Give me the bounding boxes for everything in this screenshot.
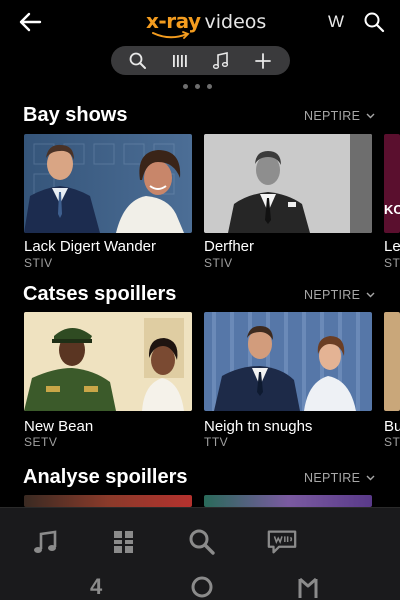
show-thumbnail-image xyxy=(24,134,192,233)
show-card-thumbnail[interactable] xyxy=(24,134,192,233)
toolbar-library-button[interactable] xyxy=(166,49,194,73)
page-dot xyxy=(207,84,212,89)
arrow-left-icon xyxy=(19,12,42,32)
chevron-down-icon xyxy=(366,113,375,119)
grid-icon xyxy=(114,531,133,553)
show-title[interactable]: Le xyxy=(384,238,400,255)
bookmark-icon xyxy=(298,577,318,598)
smile-arrow-icon xyxy=(152,31,190,39)
search-icon xyxy=(129,52,146,69)
filter-toolbar xyxy=(111,46,290,75)
thumbnail-overlay-text: KC xyxy=(384,202,400,217)
section-more-label: NEPTIRE xyxy=(304,109,361,123)
show-network: STIV xyxy=(24,256,53,270)
show-card-thumbnail[interactable] xyxy=(24,312,192,411)
show-title[interactable]: New Bean xyxy=(24,418,93,435)
show-title[interactable]: Bu xyxy=(384,418,400,435)
nav-circle-button[interactable] xyxy=(186,574,218,600)
music-note-icon xyxy=(34,530,57,553)
show-thumbnail-image xyxy=(204,312,372,411)
section-title: Catses spoillers xyxy=(23,283,177,305)
show-card-thumbnail[interactable] xyxy=(204,134,372,233)
section-title: Analyse spoillers xyxy=(23,466,188,488)
section-more-button[interactable]: NEPTIRE xyxy=(304,288,375,302)
header-search-button[interactable] xyxy=(362,10,386,34)
nav-chat-button[interactable] xyxy=(266,526,298,558)
show-card-thumbnail[interactable] xyxy=(24,495,192,507)
back-button[interactable] xyxy=(16,8,44,36)
page-indicator xyxy=(183,84,212,89)
nav-bookmark-button[interactable] xyxy=(292,576,324,600)
toolbar-add-button[interactable] xyxy=(249,49,277,73)
show-card-thumbnail[interactable] xyxy=(204,312,372,411)
bars-icon xyxy=(172,54,187,67)
section-more-label: NEPTIRE xyxy=(304,288,361,302)
show-network: STIV xyxy=(204,256,233,270)
circle-icon xyxy=(191,576,213,598)
music-icon xyxy=(213,51,229,69)
nav-number-label[interactable]: 4 xyxy=(90,574,102,600)
show-network: SETV xyxy=(24,435,58,449)
section-title: Bay shows xyxy=(23,104,128,126)
show-card-thumbnail[interactable]: KC xyxy=(384,134,400,233)
chevron-down-icon xyxy=(366,292,375,298)
page-dot xyxy=(183,84,188,89)
logo-primary-text: x-ray xyxy=(146,9,201,33)
toolbar-search-button[interactable] xyxy=(124,49,152,73)
section-more-label: NEPTIRE xyxy=(304,471,361,485)
nav-grid-button[interactable] xyxy=(108,526,140,558)
show-network: ST xyxy=(384,256,400,270)
logo-secondary-text: videos xyxy=(204,11,267,33)
show-title[interactable]: Lack Digert Wander xyxy=(24,238,156,255)
section-more-button[interactable]: NEPTIRE xyxy=(304,109,375,123)
page-dot xyxy=(195,84,200,89)
show-title[interactable]: Neigh tn snughs xyxy=(204,418,312,435)
search-icon xyxy=(189,529,215,555)
show-title[interactable]: Derfher xyxy=(204,238,254,255)
show-network: TTV xyxy=(204,435,229,449)
show-card-thumbnail[interactable] xyxy=(384,312,400,411)
app-logo: x-ray videos xyxy=(146,9,267,39)
search-icon xyxy=(364,12,385,33)
show-thumbnail-image xyxy=(24,312,192,411)
chevron-down-icon xyxy=(366,475,375,481)
nav-music-button[interactable] xyxy=(30,526,62,558)
show-card-thumbnail[interactable] xyxy=(204,495,372,507)
section-more-button[interactable]: NEPTIRE xyxy=(304,471,375,485)
show-network: ST xyxy=(384,435,400,449)
plus-icon xyxy=(255,52,272,69)
chat-icon xyxy=(267,530,297,554)
toolbar-music-button[interactable] xyxy=(207,49,235,73)
nav-search-button[interactable] xyxy=(186,526,218,558)
show-thumbnail-image xyxy=(204,134,372,233)
w-button[interactable]: W xyxy=(328,12,344,32)
app-header: x-ray videos W xyxy=(0,0,400,44)
